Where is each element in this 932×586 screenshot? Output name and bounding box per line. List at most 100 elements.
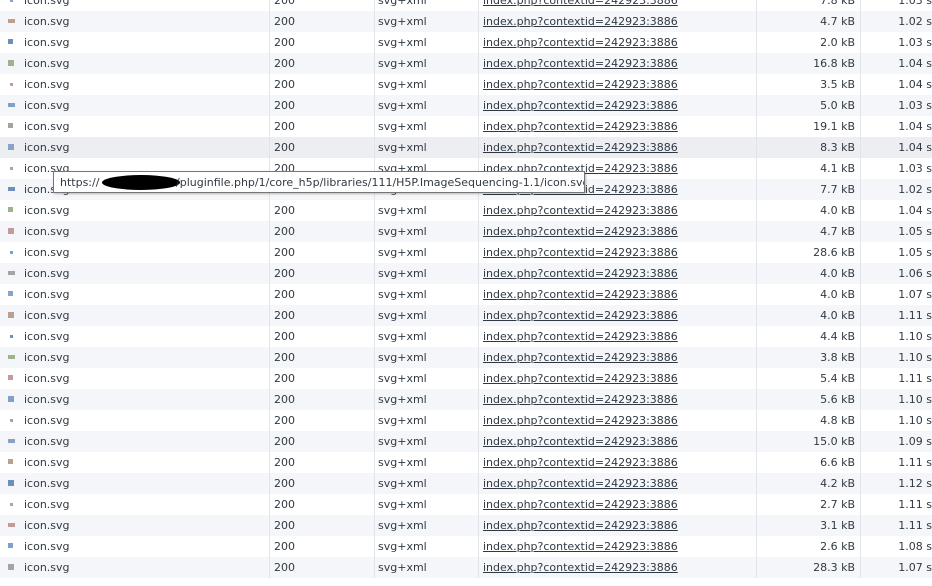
request-row[interactable]: icon.svg 200 svg+xml index.php?contextid=24… xyxy=(0,200,932,221)
initiator-link[interactable]: index.php?contextid=242923:3886 xyxy=(479,389,756,410)
name-cell[interactable]: icon.svg xyxy=(0,368,269,389)
name-cell[interactable]: icon.svg xyxy=(0,242,269,263)
name-cell[interactable]: icon.svg xyxy=(0,347,269,368)
initiator-link-text[interactable]: index.php?contextid=242923:3886 xyxy=(483,36,678,49)
initiator-link[interactable]: index.php?contextid=242923:3886 xyxy=(479,536,756,557)
file-name[interactable]: icon.svg xyxy=(24,473,70,494)
request-row[interactable]: icon.svg 200 svg+xml index.php?contextid=24… xyxy=(0,452,932,473)
request-row[interactable]: icon.svg 200 svg+xml index.php?contextid=24… xyxy=(0,74,932,95)
file-name[interactable]: icon.svg xyxy=(24,368,70,389)
name-cell[interactable]: icon.svg xyxy=(0,200,269,221)
initiator-link-text[interactable]: index.php?contextid=242923:3886 xyxy=(483,372,678,385)
initiator-link-text[interactable]: index.php?contextid=242923:3886 xyxy=(483,15,678,28)
initiator-link-text[interactable]: index.php?contextid=242923:3886 xyxy=(483,0,678,7)
request-row[interactable]: icon.svg 200 svg+xml index.php?contextid=24… xyxy=(0,263,932,284)
request-row[interactable]: icon.svg 200 svg+xml index.php?contextid=24… xyxy=(0,0,932,11)
initiator-link[interactable]: index.php?contextid=242923:3886 xyxy=(479,326,756,347)
initiator-link-text[interactable]: index.php?contextid=242923:3886 xyxy=(483,141,678,154)
initiator-link-text[interactable]: index.php?contextid=242923:3886 xyxy=(483,477,678,490)
file-name[interactable]: icon.svg xyxy=(24,116,70,137)
request-row[interactable]: icon.svg 200 svg+xml index.php?contextid=24… xyxy=(0,284,932,305)
request-row[interactable]: icon.svg 200 svg+xml index.php?contextid=24… xyxy=(0,53,932,74)
initiator-link-text[interactable]: index.php?contextid=242923:3886 xyxy=(483,57,678,70)
name-cell[interactable]: icon.svg xyxy=(0,263,269,284)
name-cell[interactable]: icon.svg xyxy=(0,305,269,326)
file-name[interactable]: icon.svg xyxy=(24,32,70,53)
file-name[interactable]: icon.svg xyxy=(24,515,70,536)
name-cell[interactable]: icon.svg xyxy=(0,137,269,158)
file-name[interactable]: icon.svg xyxy=(24,494,70,515)
request-row[interactable]: icon.svg 200 svg+xml index.php?contextid=24… xyxy=(0,473,932,494)
file-name[interactable]: icon.svg xyxy=(24,11,70,32)
initiator-link-text[interactable]: index.php?contextid=242923:3886 xyxy=(483,498,678,511)
initiator-link[interactable]: index.php?contextid=242923:3886 xyxy=(479,284,756,305)
initiator-link[interactable]: index.php?contextid=242923:3886 xyxy=(479,410,756,431)
file-name[interactable]: icon.svg xyxy=(24,431,70,452)
name-cell[interactable]: icon.svg xyxy=(0,53,269,74)
name-cell[interactable]: icon.svg xyxy=(0,536,269,557)
name-cell[interactable]: icon.svg xyxy=(0,515,269,536)
file-name[interactable]: icon.svg xyxy=(24,0,70,11)
file-name[interactable]: icon.svg xyxy=(24,557,70,578)
file-name[interactable]: icon.svg xyxy=(24,347,70,368)
file-name[interactable]: icon.svg xyxy=(24,284,70,305)
initiator-link[interactable]: index.php?contextid=242923:3886 xyxy=(479,452,756,473)
name-cell[interactable]: icon.svg xyxy=(0,221,269,242)
initiator-link-text[interactable]: index.php?contextid=242923:3886 xyxy=(483,225,678,238)
request-row[interactable]: icon.svg 200 svg+xml index.php?contextid=24… xyxy=(0,326,932,347)
initiator-link-text[interactable]: index.php?contextid=242923:3886 xyxy=(483,393,678,406)
name-cell[interactable]: icon.svg xyxy=(0,473,269,494)
request-row[interactable]: icon.svg 200 svg+xml index.php?contextid=24… xyxy=(0,557,932,578)
name-cell[interactable]: icon.svg xyxy=(0,557,269,578)
request-row[interactable]: icon.svg 200 svg+xml index.php?contextid=24… xyxy=(0,431,932,452)
name-cell[interactable]: icon.svg xyxy=(0,326,269,347)
initiator-link-text[interactable]: index.php?contextid=242923:3886 xyxy=(483,204,678,217)
file-name[interactable]: icon.svg xyxy=(24,95,70,116)
initiator-link[interactable]: index.php?contextid=242923:3886 xyxy=(479,515,756,536)
initiator-link[interactable]: index.php?contextid=242923:3886 xyxy=(479,263,756,284)
request-row[interactable]: icon.svg 200 svg+xml index.php?contextid=24… xyxy=(0,389,932,410)
file-name[interactable]: icon.svg xyxy=(24,74,70,95)
initiator-link-text[interactable]: index.php?contextid=242923:3886 xyxy=(483,561,678,574)
name-cell[interactable]: icon.svg xyxy=(0,95,269,116)
request-row[interactable]: icon.svg 200 svg+xml index.php?contextid=24… xyxy=(0,347,932,368)
file-name[interactable]: icon.svg xyxy=(24,263,70,284)
initiator-link[interactable]: index.php?contextid=242923:3886 xyxy=(479,305,756,326)
name-cell[interactable]: icon.svg xyxy=(0,431,269,452)
initiator-link[interactable]: index.php?contextid=242923:3886 xyxy=(479,221,756,242)
name-cell[interactable]: icon.svg xyxy=(0,494,269,515)
file-name[interactable]: icon.svg xyxy=(24,305,70,326)
initiator-link[interactable]: index.php?contextid=242923:3886 xyxy=(479,32,756,53)
name-cell[interactable]: icon.svg xyxy=(0,32,269,53)
initiator-link-text[interactable]: index.php?contextid=242923:3886 xyxy=(483,267,678,280)
file-name[interactable]: icon.svg xyxy=(24,536,70,557)
initiator-link[interactable]: index.php?contextid=242923:3886 xyxy=(479,95,756,116)
request-row[interactable]: icon.svg 200 svg+xml index.php?contextid=24… xyxy=(0,494,932,515)
request-row[interactable]: icon.svg 200 svg+xml index.php?contextid=24… xyxy=(0,536,932,557)
file-name[interactable]: icon.svg xyxy=(24,410,70,431)
initiator-link-text[interactable]: index.php?contextid=242923:3886 xyxy=(483,435,678,448)
request-row[interactable]: icon.svg 200 svg+xml index.php?contextid=24… xyxy=(0,32,932,53)
initiator-link-text[interactable]: index.php?contextid=242923:3886 xyxy=(483,120,678,133)
file-name[interactable]: icon.svg xyxy=(24,221,70,242)
initiator-link-text[interactable]: index.php?contextid=242923:3886 xyxy=(483,330,678,343)
file-name[interactable]: icon.svg xyxy=(24,53,70,74)
name-cell[interactable]: icon.svg xyxy=(0,389,269,410)
initiator-link[interactable]: index.php?contextid=242923:3886 xyxy=(479,11,756,32)
initiator-link[interactable]: index.php?contextid=242923:3886 xyxy=(479,431,756,452)
file-name[interactable]: icon.svg xyxy=(24,452,70,473)
initiator-link-text[interactable]: index.php?contextid=242923:3886 xyxy=(483,78,678,91)
initiator-link[interactable]: index.php?contextid=242923:3886 xyxy=(479,368,756,389)
initiator-link[interactable]: index.php?contextid=242923:3886 xyxy=(479,0,756,11)
file-name[interactable]: icon.svg xyxy=(24,137,70,158)
initiator-link-text[interactable]: index.php?contextid=242923:3886 xyxy=(483,519,678,532)
initiator-link[interactable]: index.php?contextid=242923:3886 xyxy=(479,473,756,494)
request-row[interactable]: icon.svg 200 svg+xml index.php?contextid=24… xyxy=(0,221,932,242)
initiator-link-text[interactable]: index.php?contextid=242923:3886 xyxy=(483,99,678,112)
request-row[interactable]: icon.svg 200 svg+xml index.php?contextid=24… xyxy=(0,515,932,536)
file-name[interactable]: icon.svg xyxy=(24,200,70,221)
file-name[interactable]: icon.svg xyxy=(24,389,70,410)
initiator-link-text[interactable]: index.php?contextid=242923:3886 xyxy=(483,414,678,427)
initiator-link[interactable]: index.php?contextid=242923:3886 xyxy=(479,74,756,95)
initiator-link[interactable]: index.php?contextid=242923:3886 xyxy=(479,494,756,515)
